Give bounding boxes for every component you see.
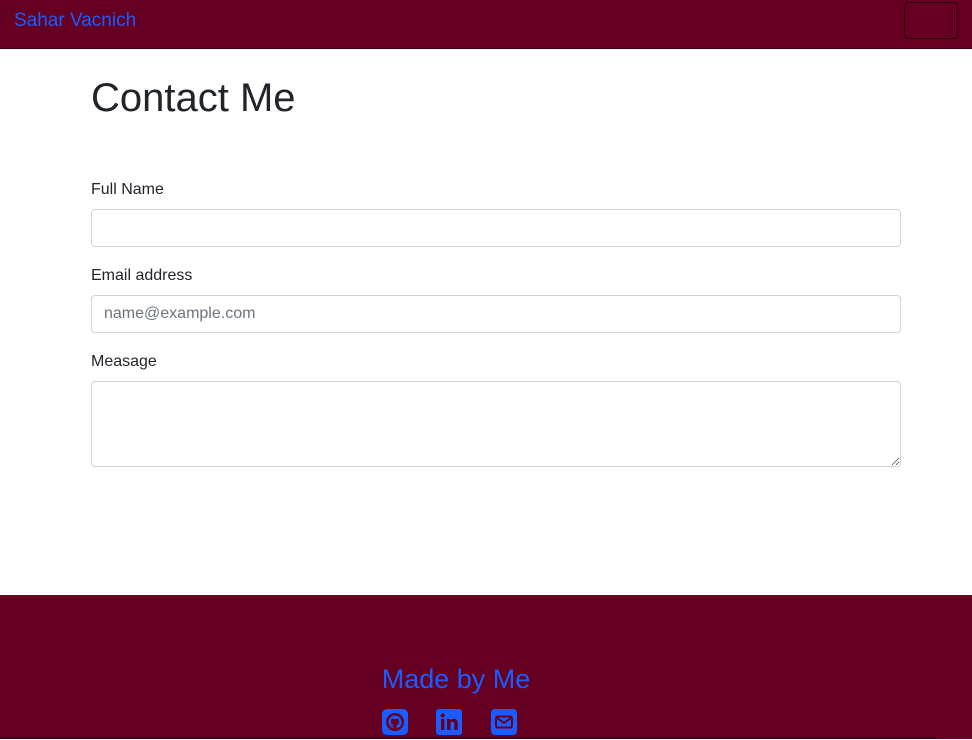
- envelope-icon[interactable]: [491, 709, 517, 735]
- full-name-input[interactable]: [91, 209, 901, 247]
- full-name-label: Full Name: [91, 181, 164, 198]
- github-icon[interactable]: [382, 709, 408, 735]
- navbar-toggle-button[interactable]: [904, 2, 958, 39]
- email-label: Email address: [91, 267, 193, 284]
- top-navbar: Sahar Vacnich: [0, 0, 972, 49]
- message-textarea[interactable]: [91, 381, 901, 467]
- page-title: Contact Me: [91, 76, 296, 120]
- linkedin-icon[interactable]: [436, 709, 462, 735]
- email-input[interactable]: [91, 295, 901, 333]
- footer: Made by Me: [0, 595, 972, 739]
- message-label: Measage: [91, 353, 157, 370]
- brand-link[interactable]: Sahar Vacnich: [14, 10, 136, 32]
- footer-title: Made by Me: [381, 664, 531, 694]
